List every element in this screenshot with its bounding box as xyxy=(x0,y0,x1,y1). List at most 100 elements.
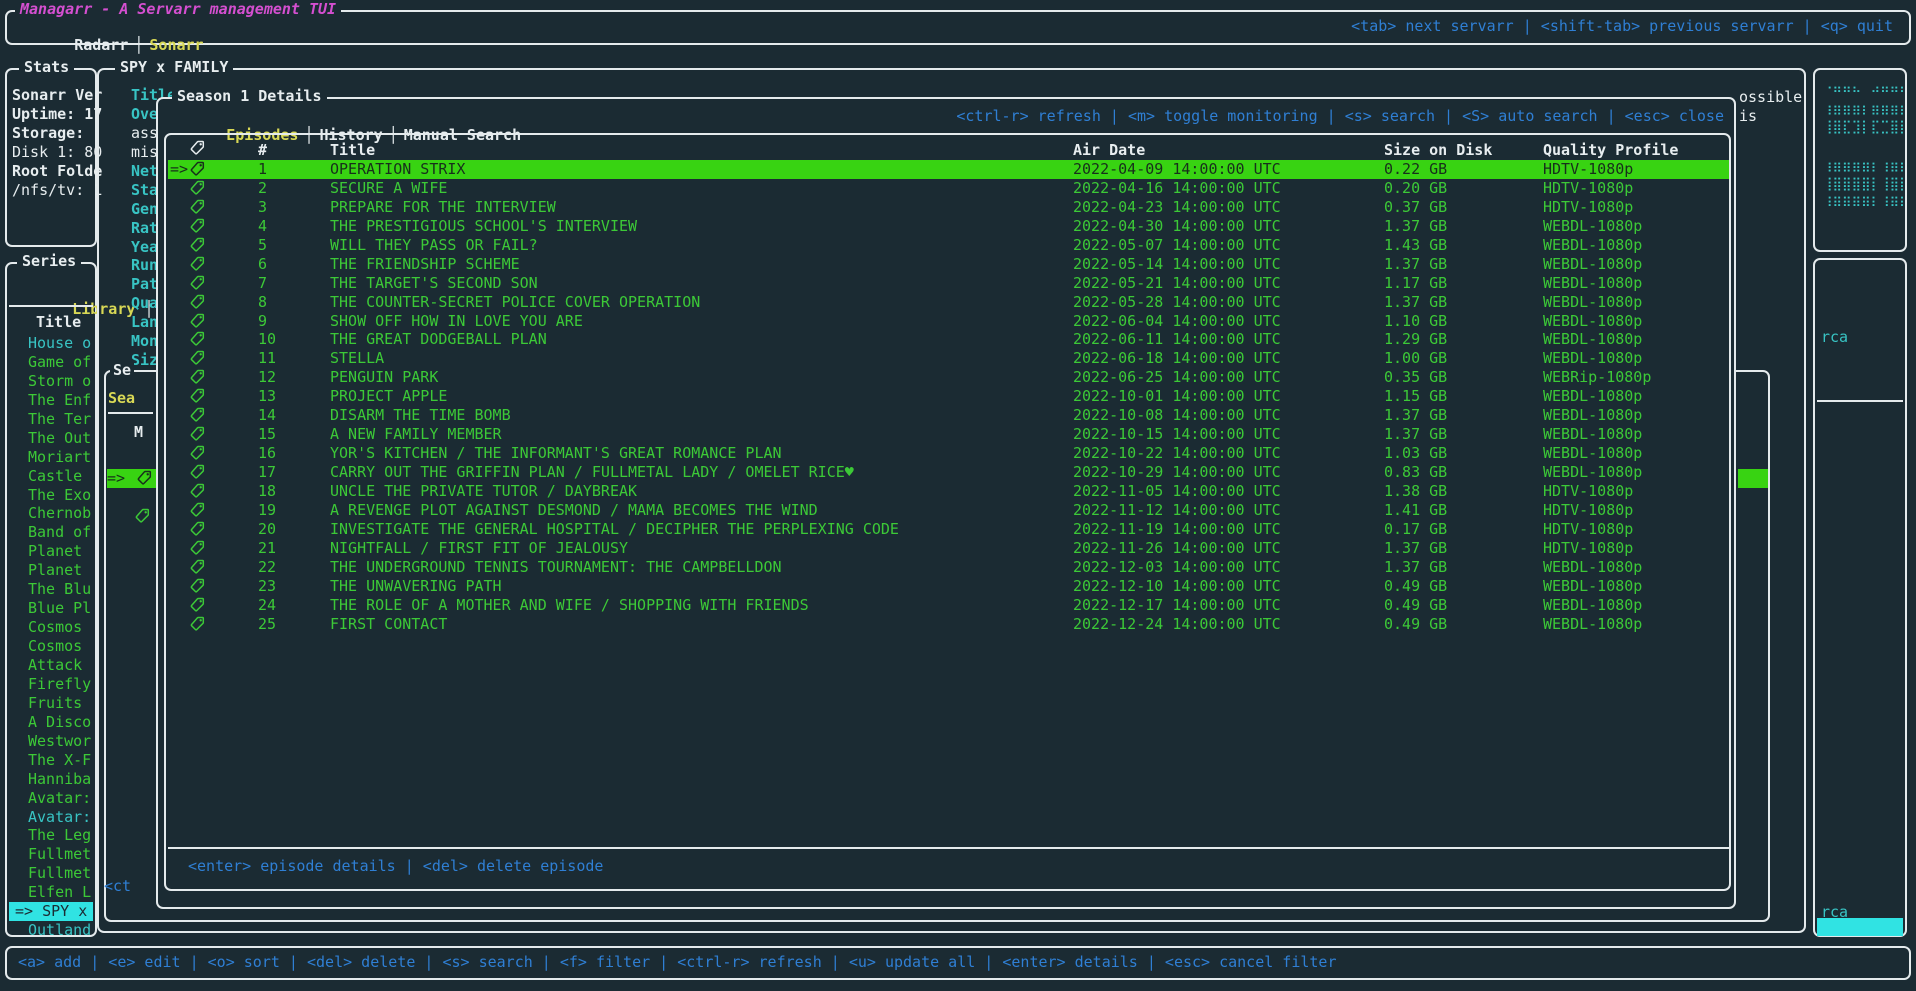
episode-number: 25 xyxy=(258,615,276,634)
episode-row[interactable]: 5WILL THEY PASS OR FAIL?2022-05-07 14:00… xyxy=(168,236,1729,255)
episode-number: 3 xyxy=(258,198,267,217)
series-list-item[interactable]: House o xyxy=(9,334,93,353)
series-list-item[interactable]: Storm o xyxy=(9,372,93,391)
series-list-item[interactable]: Fullmet xyxy=(9,864,93,883)
episode-row[interactable]: 19A REVENGE PLOT AGAINST DESMOND / MAMA … xyxy=(168,501,1729,520)
episode-row[interactable]: 12PENGUIN PARK2022-06-25 14:00:00 UTC0.3… xyxy=(168,368,1729,387)
episode-row[interactable]: 3PREPARE FOR THE INTERVIEW2022-04-23 14:… xyxy=(168,198,1729,217)
episode-row[interactable]: 11STELLA2022-06-18 14:00:00 UTC1.00 GBWE… xyxy=(168,349,1729,368)
episode-number: 4 xyxy=(258,217,267,236)
right-list-item-1[interactable]: rca xyxy=(1821,328,1848,347)
series-list-item[interactable]: The Out xyxy=(9,429,93,448)
episode-row[interactable]: 20INVESTIGATE THE GENERAL HOSPITAL / DEC… xyxy=(168,520,1729,539)
episode-row[interactable]: 9SHOW OFF HOW IN LOVE YOU ARE2022-06-04 … xyxy=(168,312,1729,331)
column-header-size: Size on Disk xyxy=(1384,141,1492,160)
series-list-item[interactable]: Castle xyxy=(9,467,93,486)
episode-quality: WEBDL-1080p xyxy=(1543,274,1642,293)
episode-row[interactable]: 16YOR'S KITCHEN / THE INFORMANT'S GREAT … xyxy=(168,444,1729,463)
series-list-item[interactable]: Hanniba xyxy=(9,770,93,789)
series-column-header: Title xyxy=(36,313,81,332)
series-list-item[interactable]: Planet xyxy=(9,542,93,561)
episode-row[interactable]: 25FIRST CONTACT2022-12-24 14:00:00 UTC0.… xyxy=(168,615,1729,634)
episode-quality: WEBDL-1080p xyxy=(1543,255,1642,274)
series-list-item[interactable]: Elfen L xyxy=(9,883,93,902)
episode-row[interactable]: 21NIGHTFALL / FIRST FIT OF JEALOUSY2022-… xyxy=(168,539,1729,558)
right-selected-item-bar[interactable] xyxy=(1817,918,1903,936)
episode-row[interactable]: 15A NEW FAMILY MEMBER2022-10-15 14:00:00… xyxy=(168,425,1729,444)
series-list-item[interactable]: The X-F xyxy=(9,751,93,770)
seasons-tab-fragment[interactable]: Sea xyxy=(108,389,135,408)
series-list-item[interactable]: The Leg xyxy=(9,826,93,845)
series-list-item[interactable]: Firefly xyxy=(9,675,93,694)
episode-row-selected[interactable]: => 1OPERATION STRIX2022-04-09 14:00:00 U… xyxy=(168,160,1729,179)
episode-title: A REVENGE PLOT AGAINST DESMOND / MAMA BE… xyxy=(330,501,818,520)
episode-row[interactable]: 4THE PRESTIGIOUS SCHOOL'S INTERVIEW2022-… xyxy=(168,217,1729,236)
episode-row[interactable]: 2SECURE A WIFE2022-04-16 14:00:00 UTC0.2… xyxy=(168,179,1729,198)
series-list-item[interactable]: Game of xyxy=(9,353,93,372)
series-panel-divider xyxy=(9,305,93,307)
monitored-tag-icon xyxy=(190,616,205,637)
episode-row[interactable]: 14DISARM THE TIME BOMB2022-10-08 14:00:0… xyxy=(168,406,1729,425)
tab-sonarr[interactable]: Sonarr xyxy=(149,36,203,54)
episode-row[interactable]: 13PROJECT APPLE2022-10-01 14:00:00 UTC1.… xyxy=(168,387,1729,406)
series-list-item[interactable]: Cosmos xyxy=(9,637,93,656)
episode-title: SECURE A WIFE xyxy=(330,179,447,198)
episode-row[interactable]: 6THE FRIENDSHIP SCHEME2022-05-14 14:00:0… xyxy=(168,255,1729,274)
series-list-item[interactable]: Moriart xyxy=(9,448,93,467)
episode-airdate: 2022-10-22 14:00:00 UTC xyxy=(1073,444,1281,463)
episode-row[interactable]: 7THE TARGET'S SECOND SON2022-05-21 14:00… xyxy=(168,274,1729,293)
episode-title: A NEW FAMILY MEMBER xyxy=(330,425,502,444)
series-list-item[interactable]: Attack xyxy=(9,656,93,675)
ascii-art-line: ⢰⣶⣶⣶⣶⡆⢰⣶⡆ xyxy=(1823,156,1909,175)
series-list-item[interactable]: Outland xyxy=(9,921,93,940)
column-header-airdate: Air Date xyxy=(1073,141,1145,160)
series-list-item-selected[interactable]: => SPY x F xyxy=(9,902,93,921)
series-list-item[interactable]: The Ter xyxy=(9,410,93,429)
series-list-item[interactable]: Band of xyxy=(9,523,93,542)
series-list-item[interactable]: A Disco xyxy=(9,713,93,732)
series-list-item[interactable]: Westwor xyxy=(9,732,93,751)
episode-title: OPERATION STRIX xyxy=(330,160,465,179)
right-panel-divider xyxy=(1817,400,1903,402)
seasons-selected-row-fragment[interactable]: => xyxy=(107,469,156,488)
ascii-art-line: ⢰⣶⣶⣶⡆⣶⣶⣶⡆ xyxy=(1823,99,1909,118)
series-list-item[interactable]: Fullmet xyxy=(9,845,93,864)
episode-row[interactable]: 18UNCLE THE PRIVATE TUTOR / DAYBREAK2022… xyxy=(168,482,1729,501)
episode-airdate: 2022-06-18 14:00:00 UTC xyxy=(1073,349,1281,368)
episode-size: 1.41 GB xyxy=(1384,501,1447,520)
series-list-item[interactable]: Avatar: xyxy=(9,789,93,808)
episode-row[interactable]: 10THE GREAT DODGEBALL PLAN2022-06-11 14:… xyxy=(168,330,1729,349)
episode-row[interactable]: 17CARRY OUT THE GRIFFIN PLAN / FULLMETAL… xyxy=(168,463,1729,482)
series-list-item[interactable]: The Exo xyxy=(9,486,93,505)
season-tag-icon xyxy=(135,508,150,529)
episode-row[interactable]: 8THE COUNTER-SECRET POLICE COVER OPERATI… xyxy=(168,293,1729,312)
episode-title: YOR'S KITCHEN / THE INFORMANT'S GREAT RO… xyxy=(330,444,782,463)
episode-number: 24 xyxy=(258,596,276,615)
ascii-art-line: ⢸⣿⣏⣹⡇⣏⣉⣿⡇ xyxy=(1823,118,1909,137)
episode-number: 10 xyxy=(258,330,276,349)
series-list-item[interactable]: Planet xyxy=(9,561,93,580)
series-list-item[interactable]: Chernob xyxy=(9,504,93,523)
ascii-art-line: ⠸⠿⠿⠿⠿⠇⠸⠿⠇ xyxy=(1823,194,1909,213)
stats-panel-title: Stats xyxy=(19,58,74,77)
episode-size: 1.00 GB xyxy=(1384,349,1447,368)
episode-airdate: 2022-05-14 14:00:00 UTC xyxy=(1073,255,1281,274)
episode-row[interactable]: 24THE ROLE OF A MOTHER AND WIFE / SHOPPI… xyxy=(168,596,1729,615)
episode-title: THE TARGET'S SECOND SON xyxy=(330,274,538,293)
tab-separator: │ xyxy=(128,36,149,54)
series-list-item[interactable]: Blue Pl xyxy=(9,599,93,618)
tab-radarr[interactable]: Radarr xyxy=(74,36,128,54)
episode-quality: HDTV-1080p xyxy=(1543,179,1633,198)
episode-row[interactable]: 23THE UNWAVERING PATH2022-12-10 14:00:00… xyxy=(168,577,1729,596)
episode-size: 1.37 GB xyxy=(1384,406,1447,425)
series-list-item[interactable]: The Enf xyxy=(9,391,93,410)
episode-quality: WEBDL-1080p xyxy=(1543,463,1642,482)
series-list-item[interactable]: Avatar: xyxy=(9,808,93,827)
episode-airdate: 2022-11-26 14:00:00 UTC xyxy=(1073,539,1281,558)
episodes-table: # Title Air Date Size on Disk Quality Pr… xyxy=(164,133,1731,891)
series-list-item[interactable]: Fruits xyxy=(9,694,93,713)
episode-row[interactable]: 22THE UNDERGROUND TENNIS TOURNAMENT: THE… xyxy=(168,558,1729,577)
series-list-item[interactable]: The Blu xyxy=(9,580,93,599)
series-list-item[interactable]: Cosmos xyxy=(9,618,93,637)
episode-size: 1.10 GB xyxy=(1384,312,1447,331)
